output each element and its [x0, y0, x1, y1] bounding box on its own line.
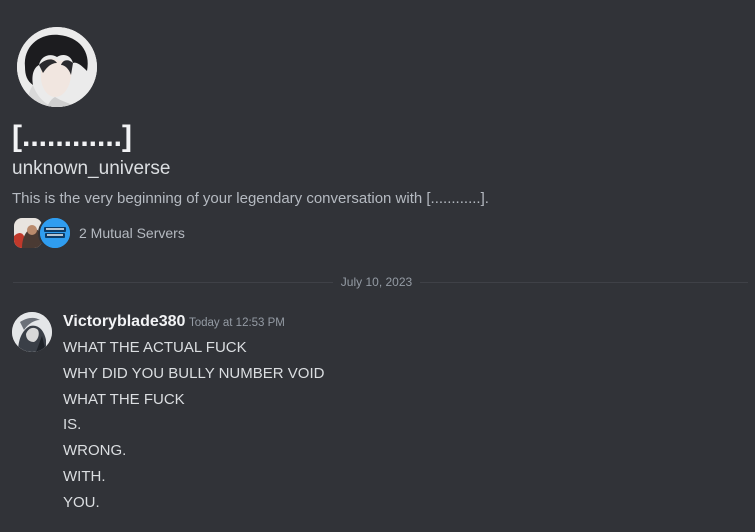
mutual-servers[interactable]: 2 Mutual Servers: [12, 216, 185, 250]
message-line: WHY DID YOU BULLY NUMBER VOID: [63, 364, 325, 382]
message-content: WHAT THE ACTUAL FUCK WHY DID YOU BULLY N…: [63, 335, 324, 516]
message-line: YOU.: [63, 493, 100, 511]
message-author[interactable]: Victoryblade380: [63, 312, 185, 332]
message-line: WRONG.: [63, 442, 127, 460]
message-line: WHAT THE FUCK: [63, 390, 185, 408]
message-timestamp: Today at 12:53 PM: [189, 317, 285, 329]
message-line: WITH.: [63, 467, 106, 485]
message-line: WHAT THE ACTUAL FUCK: [63, 339, 247, 356]
message-line: IS.: [63, 416, 82, 434]
date-separator: July 10, 2023: [340, 275, 413, 289]
profile-avatar[interactable]: [17, 27, 97, 107]
username: unknown_universe: [12, 158, 171, 179]
mutual-servers-label[interactable]: 2 Mutual Servers: [79, 225, 185, 241]
display-name: [............]: [12, 120, 132, 153]
message-author-avatar[interactable]: [12, 312, 52, 352]
conversation-intro: This is the very beginning of your legen…: [12, 190, 489, 207]
date-divider-line: [420, 282, 748, 283]
dm-channel: [............] unknown_universe This is …: [0, 0, 755, 532]
mutual-server-icons: [12, 216, 72, 250]
server-icon[interactable]: [38, 216, 72, 250]
profile-avatar-art: [17, 27, 97, 107]
message-avatar-art: [12, 312, 52, 352]
date-divider-line: [13, 282, 333, 283]
